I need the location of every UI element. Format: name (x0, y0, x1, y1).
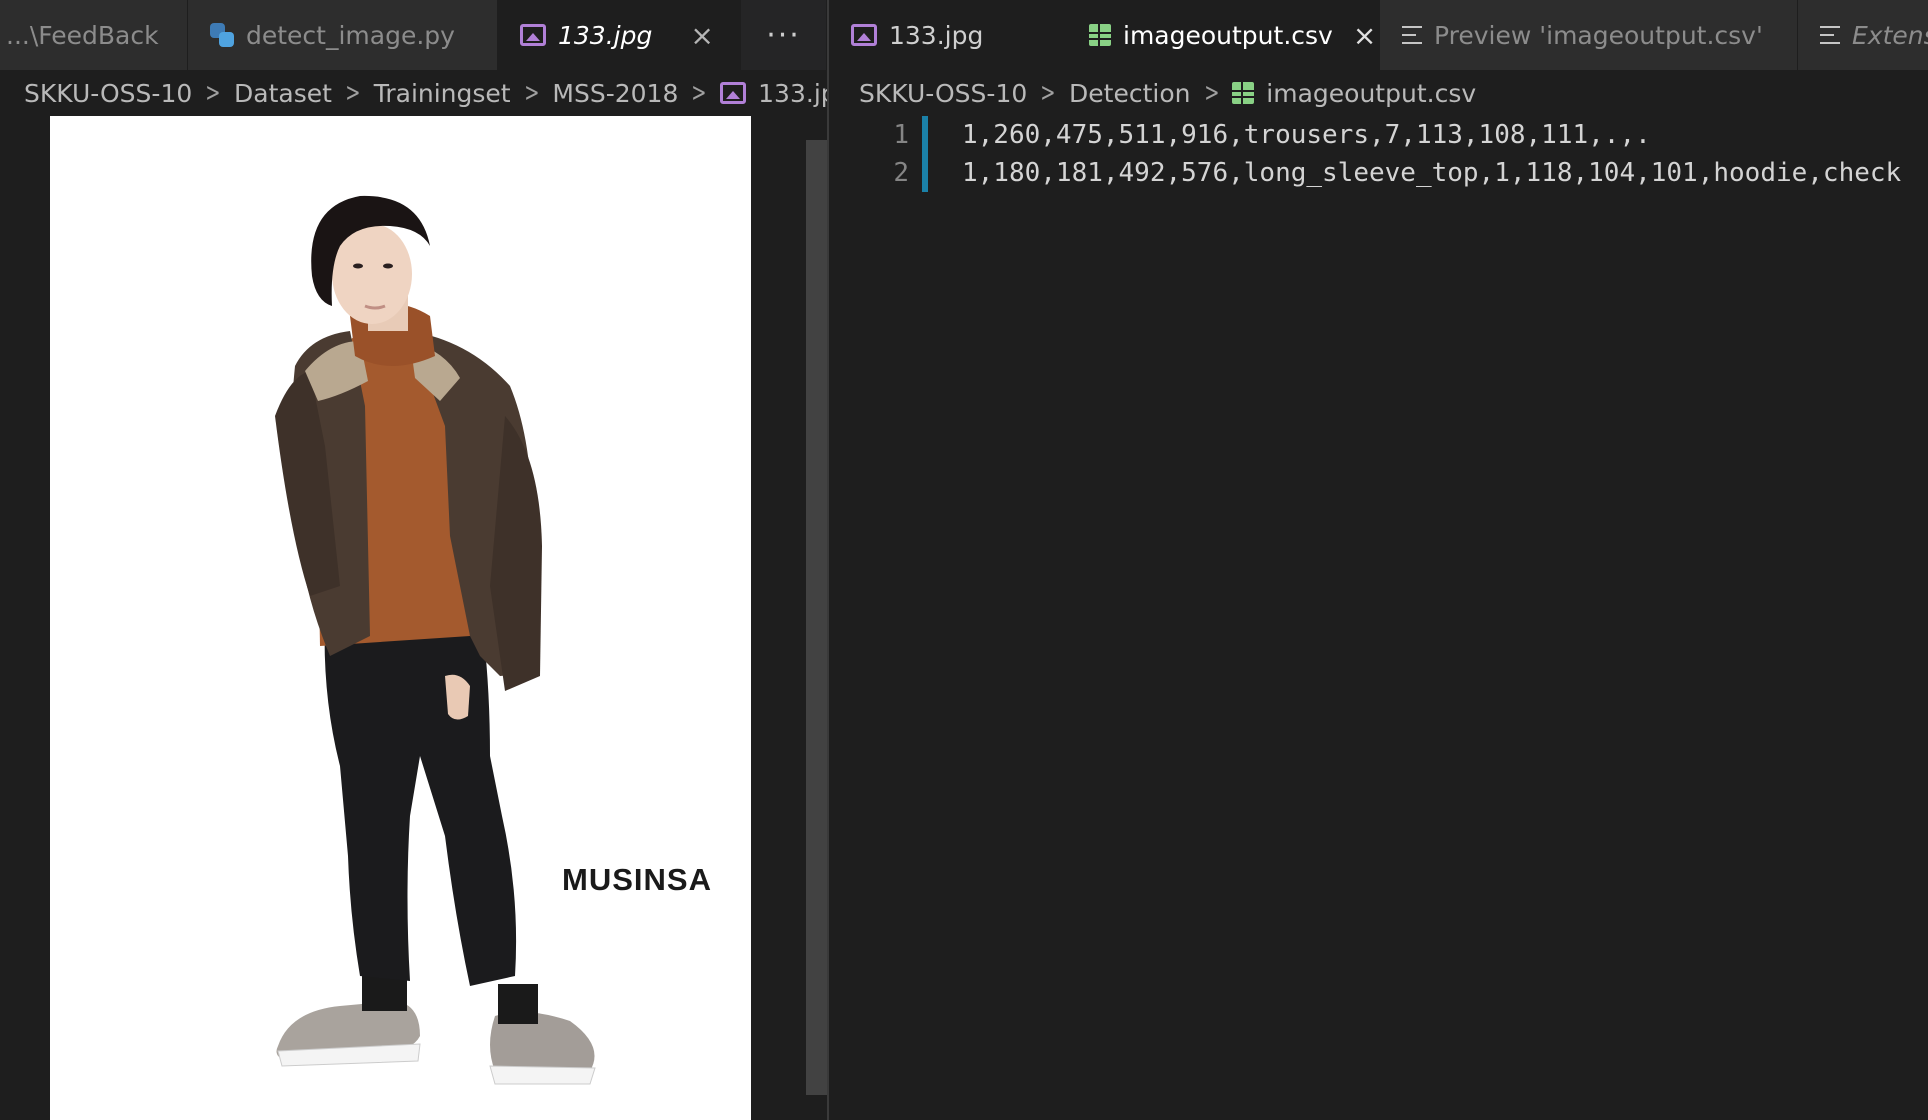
preview-icon (1402, 26, 1422, 44)
breadcrumb-item[interactable]: Dataset (234, 79, 332, 108)
breadcrumb-item[interactable]: Trainingset (374, 79, 511, 108)
tab-label: Preview 'imageoutput.csv' (1434, 20, 1763, 50)
modified-gutter-marker (922, 154, 928, 192)
image-icon (720, 82, 747, 104)
model-photo: MUSINSA (50, 116, 751, 1120)
close-icon[interactable]: × (1353, 19, 1376, 52)
breadcrumb-item[interactable]: 133.jpg (758, 79, 827, 108)
breadcrumb-item[interactable]: SKKU-OSS-10 (24, 79, 192, 108)
chevron-right-icon: > (691, 78, 707, 108)
image-icon (851, 24, 877, 46)
editor-group-right: 133.jpg imageoutput.csv × Preview 'image… (829, 0, 1928, 1120)
tab-133-jpg-right[interactable]: 133.jpg (829, 0, 1067, 70)
image-icon (520, 24, 546, 46)
preview-icon (1820, 26, 1840, 44)
vertical-scrollbar[interactable] (806, 140, 827, 1095)
editor-line: 2 1,180,181,492,576,long_sleeve_top,1,11… (829, 154, 1928, 192)
tab-label: imageoutput.csv (1123, 20, 1333, 50)
editor-line: 1 1,260,475,511,916,trousers,7,113,108,1… (829, 116, 1928, 154)
breadcrumb-item[interactable]: imageoutput.csv (1266, 79, 1476, 108)
tab-label: Extens (1852, 20, 1928, 50)
watermark-text: MUSINSA (562, 862, 712, 897)
csv-icon (1089, 24, 1111, 46)
tab-bar-left: ...\FeedBack detect_image.py 133.jpg × ·… (0, 0, 827, 70)
breadcrumb-item[interactable]: SKKU-OSS-10 (859, 79, 1027, 108)
breadcrumb-item[interactable]: Detection (1069, 79, 1190, 108)
tab-imageoutput-csv[interactable]: imageoutput.csv × (1067, 0, 1380, 70)
image-preview: MUSINSA (50, 116, 751, 1120)
breadcrumb: SKKU-OSS-10 > Detection > imageoutput.cs… (829, 70, 1476, 116)
tab-feedback[interactable]: ...\FeedBack (0, 0, 188, 70)
tab-133-jpg[interactable]: 133.jpg × (498, 0, 741, 70)
tab-extensions[interactable]: Extens (1798, 0, 1928, 70)
tab-bar-right: 133.jpg imageoutput.csv × Preview 'image… (829, 0, 1928, 70)
line-text[interactable]: 1,180,181,492,576,long_sleeve_top,1,118,… (962, 158, 1901, 188)
right-shoe-sole (489, 1065, 596, 1085)
editor-group-left: ...\FeedBack detect_image.py 133.jpg × ·… (0, 0, 827, 1120)
code-editor[interactable]: 1 1,260,475,511,916,trousers,7,113,108,1… (829, 116, 1928, 1120)
tab-detect-image-py[interactable]: detect_image.py (188, 0, 498, 70)
chevron-right-icon: > (523, 78, 540, 108)
breadcrumb-item[interactable]: MSS-2018 (552, 79, 678, 108)
chevron-right-icon: > (1203, 78, 1220, 108)
python-icon (210, 23, 234, 47)
modified-gutter-marker (922, 116, 928, 154)
tab-label: 133.jpg (558, 20, 653, 50)
vscode-window: ...\FeedBack detect_image.py 133.jpg × ·… (0, 0, 1928, 1120)
tab-label: ...\FeedBack (6, 20, 159, 50)
line-number: 2 (893, 158, 909, 188)
tab-label: 133.jpg (889, 20, 984, 50)
chevron-right-icon: > (205, 78, 221, 108)
line-text[interactable]: 1,260,475,511,916,trousers,7,113,108,111… (962, 120, 1651, 150)
tab-preview-csv[interactable]: Preview 'imageoutput.csv' (1380, 0, 1798, 70)
chevron-right-icon: > (1040, 78, 1056, 108)
csv-icon (1232, 82, 1255, 104)
breadcrumb: SKKU-OSS-10 > Dataset > Trainingset > MS… (0, 70, 827, 116)
tab-label: detect_image.py (246, 20, 455, 50)
chevron-right-icon: > (345, 78, 361, 108)
close-icon[interactable]: × (690, 19, 713, 52)
line-number: 1 (893, 120, 909, 150)
more-actions-button[interactable]: ··· (741, 0, 827, 70)
